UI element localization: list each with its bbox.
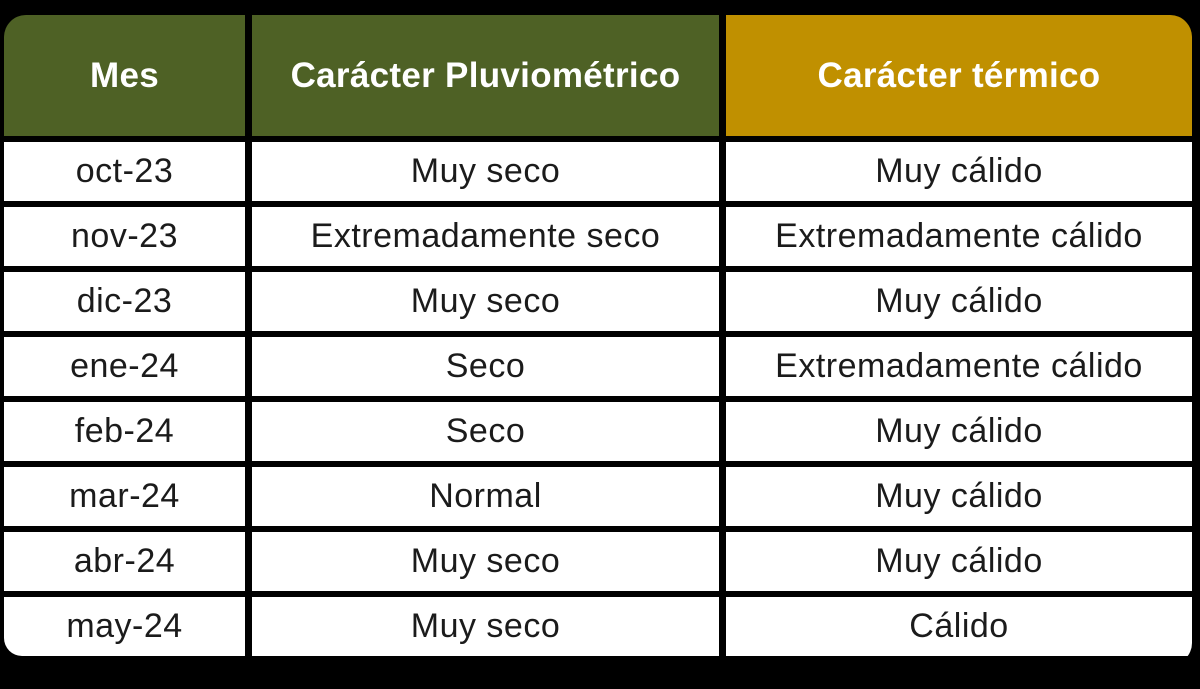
climate-table-container: Mes Carácter Pluviométrico Carácter térm… [4, 15, 1192, 665]
cell-pluviometrico: Extremadamente seco [252, 207, 719, 266]
table-row: abr-24 Muy seco Muy cálido [4, 532, 1192, 591]
cell-termico: Extremadamente cálido [726, 337, 1192, 396]
table-row: may-24 Muy seco Cálido [4, 597, 1192, 656]
cell-pluviometrico: Muy seco [252, 142, 719, 201]
header-termico: Carácter térmico [726, 15, 1192, 136]
cell-termico: Muy cálido [726, 142, 1192, 201]
table-row: nov-23 Extremadamente seco Extremadamente … [4, 207, 1192, 266]
cell-pluviometrico: Muy seco [252, 532, 719, 591]
cell-termico: Cálido [726, 597, 1192, 656]
cell-termico: Muy cálido [726, 272, 1192, 331]
table-row: mar-24 Normal Muy cálido [4, 467, 1192, 526]
cell-mes: oct-23 [4, 142, 245, 201]
cell-mes: feb-24 [4, 402, 245, 461]
cell-mes: nov-23 [4, 207, 245, 266]
cell-pluviometrico: Seco [252, 337, 719, 396]
climate-table: Mes Carácter Pluviométrico Carácter térm… [4, 15, 1192, 662]
cell-termico: Muy cálido [726, 467, 1192, 526]
cell-termico: Muy cálido [726, 402, 1192, 461]
cell-pluviometrico: Seco [252, 402, 719, 461]
header-mes: Mes [4, 15, 245, 136]
cell-termico: Muy cálido [726, 532, 1192, 591]
cell-mes: may-24 [4, 597, 245, 656]
cell-mes: ene-24 [4, 337, 245, 396]
table-row: feb-24 Seco Muy cálido [4, 402, 1192, 461]
cell-mes: dic-23 [4, 272, 245, 331]
cell-mes: mar-24 [4, 467, 245, 526]
table-row: dic-23 Muy seco Muy cálido [4, 272, 1192, 331]
cell-pluviometrico: Muy seco [252, 272, 719, 331]
table-row: ene-24 Seco Extremadamente cálido [4, 337, 1192, 396]
cell-termico: Extremadamente cálido [726, 207, 1192, 266]
table-row: oct-23 Muy seco Muy cálido [4, 142, 1192, 201]
header-pluviometrico: Carácter Pluviométrico [252, 15, 719, 136]
cell-mes: abr-24 [4, 532, 245, 591]
cell-pluviometrico: Muy seco [252, 597, 719, 656]
header-row: Mes Carácter Pluviométrico Carácter térm… [4, 15, 1192, 136]
cell-pluviometrico: Normal [252, 467, 719, 526]
